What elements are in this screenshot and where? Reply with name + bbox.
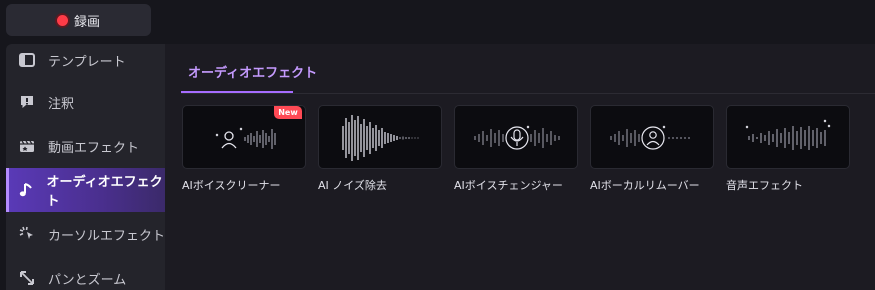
sidebar-item-template[interactable]: テンプレート	[6, 44, 165, 82]
noise-removal-waveform-icon	[342, 115, 419, 161]
sidebar-item-cursor-effect[interactable]: カーソルエフェクト	[6, 212, 165, 256]
record-label: 録画	[74, 14, 101, 30]
sidebar-item-label: テンプレート	[48, 54, 126, 70]
sidebar: テンプレート 注釈 動画エフェクト オーディオエフェクト カーソルエフェクト パ…	[6, 44, 165, 290]
effect-card-voice-changer[interactable]: AIボイスチェンジャー	[454, 105, 578, 193]
cursor-effect-icon	[18, 225, 36, 243]
new-badge: New	[274, 106, 302, 119]
effect-card-label: AIボイスクリーナー	[182, 179, 281, 192]
tab-audio-effect[interactable]: オーディオエフェクト	[181, 58, 324, 92]
audio-effect-icon	[18, 181, 35, 199]
sound-effect-waveform-icon	[745, 119, 831, 150]
template-icon	[18, 51, 36, 69]
sidebar-item-label: 注釈	[48, 96, 75, 112]
effect-card-label: AIボーカルリムーバー	[590, 179, 700, 192]
effect-card-noise-removal[interactable]: AI ノイズ除去	[318, 105, 442, 193]
main-panel: オーディオエフェクト New AIボイスクリーナー AI ノイズ除去 AIボイス…	[165, 44, 875, 290]
sidebar-item-annotation[interactable]: 注釈	[6, 80, 165, 124]
vocal-remover-icon	[610, 125, 690, 150]
effect-thumbnail	[318, 105, 442, 169]
effect-thumbnail	[726, 105, 850, 169]
effect-thumbnail	[590, 105, 714, 169]
effect-card-label: 音声エフェクト	[726, 179, 803, 192]
annotation-icon	[18, 93, 36, 111]
sidebar-item-label: カーソルエフェクト	[48, 228, 165, 244]
microphone-icon	[474, 125, 560, 150]
sidebar-item-pan-zoom[interactable]: パンとズーム	[6, 256, 165, 290]
effect-card-label: AIボイスチェンジャー	[454, 179, 563, 192]
sidebar-item-label: パンとズーム	[48, 272, 127, 288]
effect-card-label: AI ノイズ除去	[318, 179, 387, 192]
sidebar-item-video-effect[interactable]: 動画エフェクト	[6, 124, 165, 168]
sidebar-item-audio-effect[interactable]: オーディオエフェクト	[6, 168, 165, 212]
tab-divider	[181, 93, 875, 94]
effect-card-voice-cleaner[interactable]: New AIボイスクリーナー	[182, 105, 306, 193]
record-button[interactable]: 録画	[6, 4, 151, 36]
effect-card-sound-effect[interactable]: 音声エフェクト	[726, 105, 850, 193]
effect-card-vocal-remover[interactable]: AIボーカルリムーバー	[590, 105, 714, 193]
video-effect-icon	[18, 137, 36, 155]
record-icon	[57, 14, 68, 26]
effect-thumbnail: New	[182, 105, 306, 169]
effect-thumbnail	[454, 105, 578, 169]
pan-zoom-icon	[18, 269, 36, 287]
top-bar: 録画	[0, 0, 875, 44]
sidebar-item-label: オーディオエフェクト	[46, 175, 163, 209]
sidebar-item-label: 動画エフェクト	[48, 140, 140, 156]
